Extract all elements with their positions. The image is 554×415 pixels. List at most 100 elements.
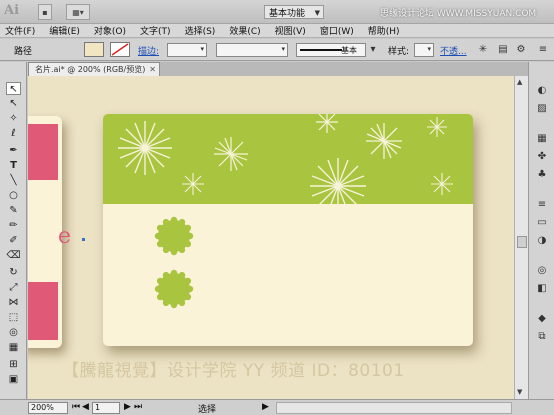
scalloped-badge-1 bbox=[154, 216, 194, 256]
firework-7 bbox=[310, 158, 366, 213]
stroke-panel-icon[interactable]: ≡ bbox=[534, 198, 550, 212]
zoom-value: 200% bbox=[31, 403, 54, 412]
magic-wand-tool-icon[interactable]: ✧ bbox=[6, 112, 21, 125]
recolor-artwork-icon[interactable]: ✳ bbox=[476, 43, 490, 57]
brush-definition[interactable]: 基本 bbox=[296, 43, 366, 57]
swatches-panel-icon[interactable]: ▦ bbox=[534, 132, 550, 146]
selection-tool-icon[interactable]: ↖ bbox=[6, 82, 21, 95]
close-icon[interactable]: ✕ bbox=[149, 63, 156, 76]
menu-effect[interactable]: 效果(C) bbox=[229, 24, 260, 37]
scroll-down-icon[interactable]: ▼ bbox=[517, 388, 522, 396]
paintbrush-tool-icon[interactable]: ✎ bbox=[6, 204, 21, 217]
first-artboard-icon[interactable]: ⏮ bbox=[72, 402, 80, 412]
status-menu-icon[interactable]: ▶ bbox=[262, 402, 269, 412]
type-tool-icon[interactable]: T bbox=[6, 159, 21, 172]
business-card-back[interactable] bbox=[103, 114, 473, 346]
graphic-style-picker[interactable]: ▾ bbox=[414, 43, 434, 57]
workspace-switcher[interactable]: 基本功能 ▼ bbox=[264, 5, 324, 19]
chevron-down-icon: ▼ bbox=[314, 9, 320, 17]
panel-menu-icon[interactable]: ≡ bbox=[536, 43, 550, 57]
lasso-tool-icon[interactable]: ℓ bbox=[6, 127, 21, 140]
perspective-grid-tool-icon[interactable]: ▦ bbox=[6, 341, 21, 354]
menu-file[interactable]: 文件(F) bbox=[5, 24, 35, 37]
menu-object[interactable]: 对象(O) bbox=[94, 24, 126, 37]
layers-panel-icon[interactable]: ◆ bbox=[534, 312, 550, 326]
panel-dock: ◐ ▨ ▦ ✤ ♣ ≡ ▭ ◑ ◎ ◧ ◆ ⧉ bbox=[528, 62, 554, 399]
firework-6 bbox=[427, 117, 447, 137]
status-bar: 200% ⏮ ◀ 1 ▶ ⏭ 选择 ▶ bbox=[0, 399, 554, 415]
workspace-label: 基本功能 bbox=[269, 8, 306, 19]
menu-type[interactable]: 文字(T) bbox=[140, 24, 171, 37]
none-stroke-icon bbox=[111, 43, 129, 56]
graphic-styles-icon[interactable]: ◧ bbox=[534, 282, 550, 296]
stroke-swatch[interactable] bbox=[110, 42, 130, 57]
brushes-panel-icon[interactable]: ✤ bbox=[534, 150, 550, 164]
vertical-scroll-thumb[interactable] bbox=[517, 236, 527, 248]
business-card-front[interactable] bbox=[28, 116, 62, 348]
arrange-documents-button[interactable]: ▦▾ bbox=[66, 4, 90, 20]
illustrator-logo: Ai bbox=[4, 3, 20, 18]
bridge-button[interactable]: ▪ bbox=[38, 4, 52, 20]
gradient-tool-icon[interactable]: ▣ bbox=[6, 373, 21, 386]
tools-panel: ↖ ↖ ✧ ℓ ✒ T ╲ ○ ✎ ✏ ✐ ⌫ ↻ ⤢ ⋈ ⬚ ◎ ▦ ⊞ ▣ bbox=[0, 62, 27, 399]
last-artboard-icon[interactable]: ⏭ bbox=[134, 402, 142, 412]
anchor-point bbox=[82, 238, 85, 241]
artboard-number: 1 bbox=[95, 403, 101, 412]
stroke-panel-link[interactable]: 描边: bbox=[138, 44, 159, 57]
scroll-up-icon[interactable]: ▲ bbox=[517, 78, 522, 86]
appearance-panel-icon[interactable]: ◎ bbox=[534, 264, 550, 278]
symbols-panel-icon[interactable]: ♣ bbox=[534, 168, 550, 182]
align-icon[interactable]: ▤ bbox=[496, 43, 510, 57]
menu-help[interactable]: 帮助(H) bbox=[368, 24, 400, 37]
horizontal-scrollbar[interactable] bbox=[276, 402, 512, 414]
width-tool-icon[interactable]: ⋈ bbox=[6, 296, 21, 309]
brush-name: 基本 bbox=[341, 46, 357, 55]
pencil-tool-icon[interactable]: ✏ bbox=[6, 219, 21, 232]
transform-icon[interactable]: ⚙ bbox=[514, 43, 528, 57]
artboard-canvas[interactable]: e 【騰龍視覺】设计学院 YY 频道 ID：80101 bbox=[28, 76, 514, 399]
direct-selection-tool-icon[interactable]: ↖ bbox=[6, 97, 21, 110]
rotate-tool-icon[interactable]: ↻ bbox=[6, 266, 21, 279]
zoom-field[interactable]: 200% bbox=[28, 402, 68, 414]
menu-select[interactable]: 选择(S) bbox=[185, 24, 216, 37]
blob-brush-tool-icon[interactable]: ✐ bbox=[6, 234, 21, 247]
canvas-watermark: 【騰龍視覺】设计学院 YY 频道 ID：80101 bbox=[62, 361, 405, 381]
menu-view[interactable]: 视图(V) bbox=[275, 24, 306, 37]
shape-builder-tool-icon[interactable]: ◎ bbox=[6, 326, 21, 339]
artboards-panel-icon[interactable]: ⧉ bbox=[534, 330, 550, 344]
ellipse-tool-icon[interactable]: ○ bbox=[6, 189, 21, 202]
gradient-panel-icon[interactable]: ▭ bbox=[534, 216, 550, 230]
variable-width-profile[interactable]: ▾ bbox=[216, 43, 288, 57]
pen-tool-icon[interactable]: ✒ bbox=[6, 144, 21, 157]
line-tool-icon[interactable]: ╲ bbox=[6, 174, 21, 187]
transparency-panel-icon[interactable]: ◑ bbox=[534, 234, 550, 248]
document-tab-strip: 名片.ai* @ 200% (RGB/预览) ✕ bbox=[28, 62, 528, 76]
fill-swatch[interactable] bbox=[84, 42, 104, 57]
pink-band-top bbox=[28, 124, 58, 180]
free-transform-tool-icon[interactable]: ⬚ bbox=[6, 311, 21, 324]
firework-4 bbox=[316, 114, 338, 133]
menu-bar: 文件(F) 编辑(E) 对象(O) 文字(T) 选择(S) 效果(C) 视图(V… bbox=[0, 24, 554, 38]
color-guide-icon[interactable]: ▨ bbox=[534, 102, 550, 116]
eraser-tool-icon[interactable]: ⌫ bbox=[6, 249, 21, 262]
chevron-down-icon[interactable]: ▾ bbox=[366, 43, 380, 57]
stroke-weight-field[interactable]: ▾ bbox=[167, 43, 207, 57]
selection-type-label: 路径 bbox=[14, 47, 33, 57]
mesh-tool-icon[interactable]: ⊞ bbox=[6, 358, 21, 371]
next-artboard-icon[interactable]: ▶ bbox=[124, 402, 131, 412]
scalloped-badge-2 bbox=[154, 269, 194, 309]
firework-2 bbox=[214, 137, 248, 171]
vertical-scrollbar[interactable]: ▲ ▼ bbox=[514, 76, 528, 399]
forum-watermark: 思缘设计论坛 WWW.MISSYUAN.COM bbox=[380, 9, 537, 19]
artboard-number-field[interactable]: 1 bbox=[92, 402, 120, 414]
menu-edit[interactable]: 编辑(E) bbox=[49, 24, 80, 37]
menu-window[interactable]: 窗口(W) bbox=[320, 24, 354, 37]
opacity-panel-link[interactable]: 不透... bbox=[440, 44, 467, 57]
scale-tool-icon[interactable]: ⤢ bbox=[6, 281, 21, 294]
document-tab[interactable]: 名片.ai* @ 200% (RGB/预览) ✕ bbox=[28, 62, 160, 76]
color-panel-icon[interactable]: ◐ bbox=[534, 84, 550, 98]
firework-8 bbox=[431, 173, 453, 195]
firework-3 bbox=[182, 173, 204, 195]
pink-band-bottom bbox=[28, 282, 58, 340]
previous-artboard-icon[interactable]: ◀ bbox=[82, 402, 89, 412]
